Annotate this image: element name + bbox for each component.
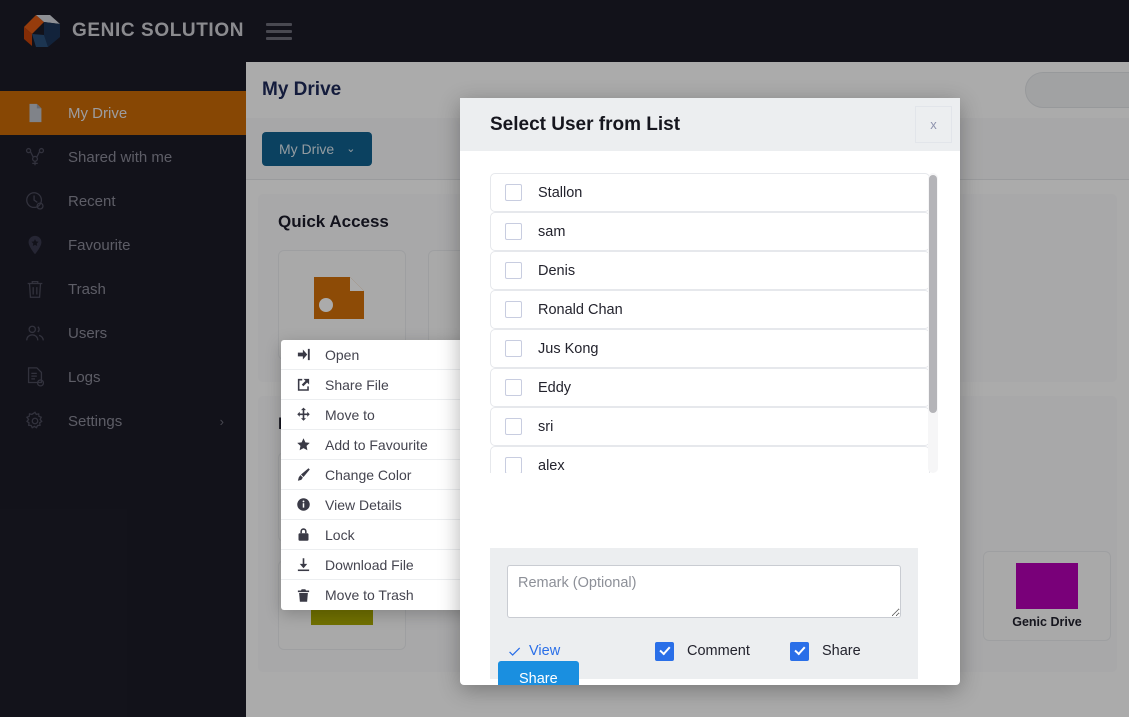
lock-icon — [295, 527, 312, 542]
user-name: Ronald Chan — [538, 301, 623, 318]
user-checkbox[interactable] — [505, 379, 522, 396]
modal-title: Select User from List — [490, 113, 681, 135]
user-list-item[interactable]: Stallon — [490, 173, 930, 212]
context-menu-label: View Details — [325, 496, 402, 513]
user-name: sri — [538, 418, 554, 435]
user-name: Eddy — [538, 379, 572, 396]
share-submit-button[interactable]: Share — [498, 661, 579, 685]
star-icon — [295, 437, 312, 452]
context-menu-item-view-details[interactable]: View Details — [281, 490, 479, 520]
permission-label: Comment — [687, 643, 750, 659]
user-list[interactable]: Stallon sam Denis Ronald Chan Jus Kong E… — [490, 173, 930, 473]
context-menu-label: Add to Favourite — [325, 436, 428, 453]
comment-checkbox[interactable] — [655, 641, 674, 661]
move-icon — [295, 407, 312, 422]
context-menu-item-open[interactable]: Open — [281, 340, 479, 370]
download-icon — [295, 557, 312, 572]
close-icon[interactable]: x — [915, 106, 952, 143]
context-menu-item-download-file[interactable]: Download File — [281, 550, 479, 580]
user-list-item[interactable]: sri — [490, 407, 930, 446]
context-menu-item-lock[interactable]: Lock — [281, 520, 479, 550]
select-user-modal: Select User from List x Stallon sam Deni… — [460, 98, 960, 685]
trash-icon — [295, 588, 312, 603]
user-checkbox[interactable] — [505, 262, 522, 279]
context-menu-item-move-to[interactable]: Move to — [281, 400, 479, 430]
user-list-item[interactable]: Eddy — [490, 368, 930, 407]
context-menu: Open Share File Move to Add to Favourite… — [281, 340, 479, 610]
check-icon — [509, 647, 521, 656]
user-list-item[interactable]: Denis — [490, 251, 930, 290]
brush-icon — [295, 467, 312, 482]
share-icon — [295, 377, 312, 392]
user-name: alex — [538, 457, 565, 474]
user-list-item[interactable]: sam — [490, 212, 930, 251]
user-list-item[interactable]: alex — [490, 446, 930, 473]
permission-share[interactable]: Share — [790, 641, 861, 661]
context-menu-item-move-to-trash[interactable]: Move to Trash — [281, 580, 479, 610]
context-menu-item-add-to-favourite[interactable]: Add to Favourite — [281, 430, 479, 460]
context-menu-label: Open — [325, 346, 360, 363]
scrollbar-thumb[interactable] — [929, 175, 937, 413]
modal-header: Select User from List x — [460, 98, 960, 151]
user-list-item[interactable]: Jus Kong — [490, 329, 930, 368]
user-checkbox[interactable] — [505, 418, 522, 435]
context-menu-label: Share File — [325, 376, 389, 393]
permission-comment[interactable]: Comment — [655, 641, 790, 661]
permission-view[interactable]: View — [507, 643, 655, 659]
info-icon — [295, 497, 312, 512]
share-options-panel: View Comment Share — [490, 548, 918, 679]
user-checkbox[interactable] — [505, 457, 522, 473]
modal-body: Stallon sam Denis Ronald Chan Jus Kong E… — [460, 151, 960, 685]
context-menu-label: Change Color — [325, 466, 412, 483]
user-checkbox[interactable] — [505, 301, 522, 318]
user-list-item[interactable]: Ronald Chan — [490, 290, 930, 329]
context-menu-label: Move to Trash — [325, 587, 414, 603]
user-name: Jus Kong — [538, 340, 599, 357]
user-name: Denis — [538, 262, 576, 279]
user-name: Stallon — [538, 184, 583, 201]
context-menu-item-share-file[interactable]: Share File — [281, 370, 479, 400]
context-menu-label: Move to — [325, 406, 375, 423]
permission-label: View — [529, 643, 561, 659]
context-menu-item-change-color[interactable]: Change Color — [281, 460, 479, 490]
permission-label: Share — [822, 643, 861, 659]
user-list-scrollbar[interactable] — [928, 173, 938, 473]
context-menu-label: Lock — [325, 526, 355, 543]
user-checkbox[interactable] — [505, 340, 522, 357]
open-arrow-icon — [295, 347, 312, 362]
user-name: sam — [538, 223, 566, 240]
app-root: GENIC SOLUTION My Drive Shared with me R… — [0, 0, 1129, 717]
user-checkbox[interactable] — [505, 184, 522, 201]
context-menu-label: Download File — [325, 556, 414, 573]
share-checkbox[interactable] — [790, 641, 809, 661]
user-checkbox[interactable] — [505, 223, 522, 240]
remark-input[interactable] — [507, 565, 901, 618]
